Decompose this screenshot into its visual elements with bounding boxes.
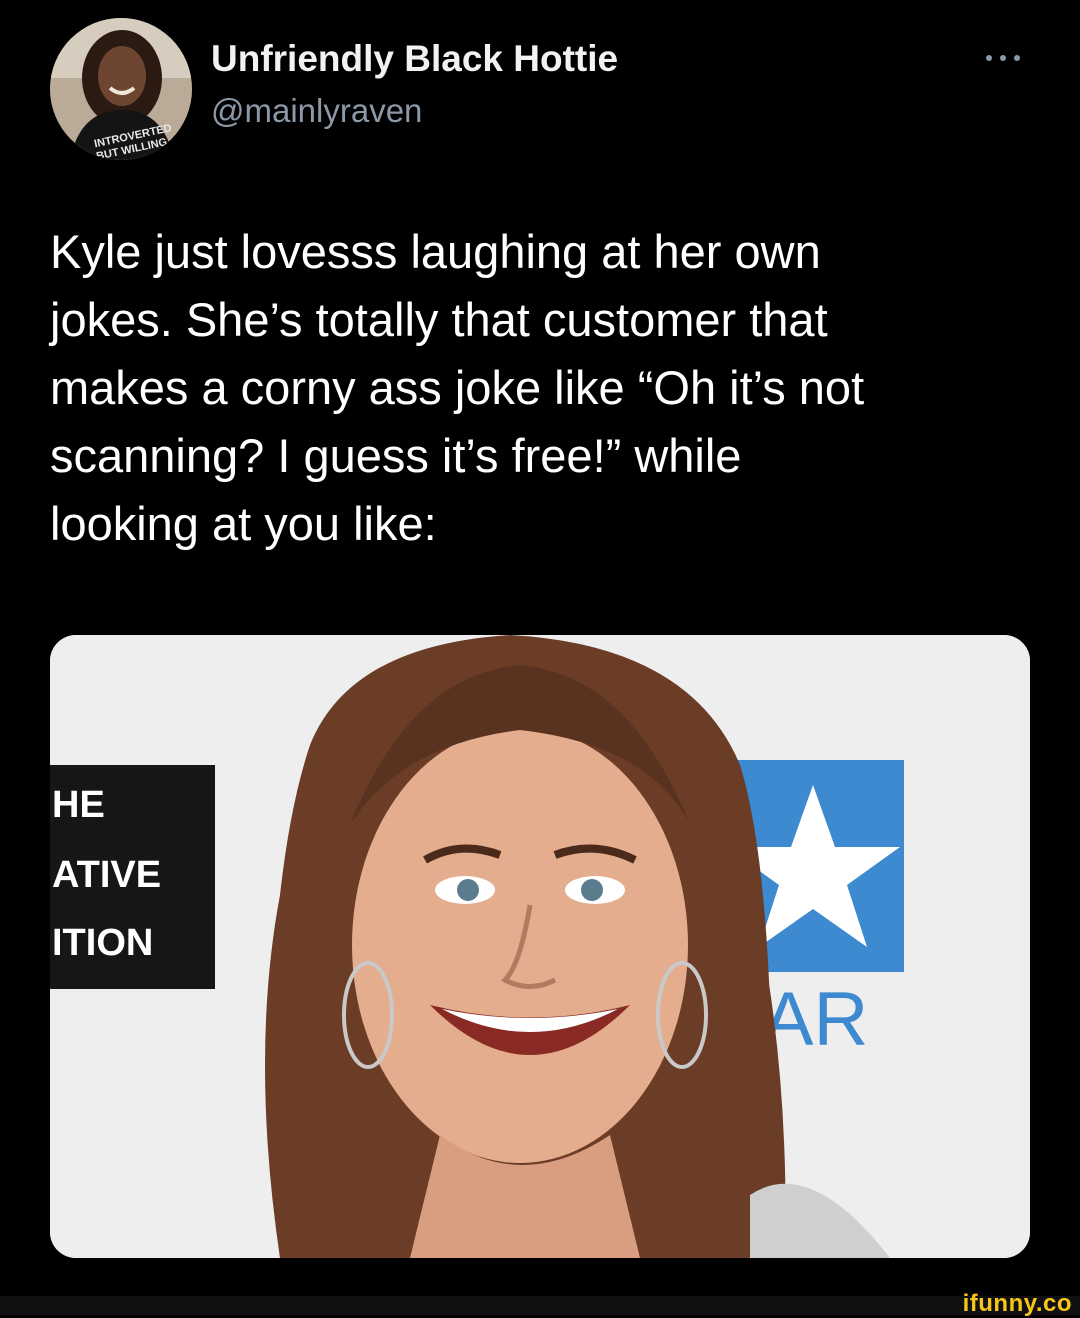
avatar-photo: INTROVERTED BUT WILLING (50, 18, 192, 160)
backdrop-left-line-3: ITION (52, 922, 153, 964)
tweet-media-image[interactable]: HE ATIVE ITION TAR (50, 635, 1030, 1258)
backdrop-left-line-1: HE (52, 784, 105, 826)
more-horizontal-icon (986, 55, 1020, 61)
avatar[interactable]: INTROVERTED BUT WILLING (50, 18, 192, 160)
more-options-button[interactable] (978, 38, 1028, 78)
display-name[interactable]: Unfriendly Black Hottie (211, 38, 618, 80)
footer-bar (0, 1296, 1080, 1315)
tweet-text: Kyle just lovesss laughing at her own jo… (50, 225, 865, 550)
backdrop-left-line-2: ATIVE (52, 854, 161, 896)
user-handle[interactable]: @mainlyraven (211, 92, 422, 130)
ifunny-watermark: ifunny.co (962, 1290, 1072, 1317)
